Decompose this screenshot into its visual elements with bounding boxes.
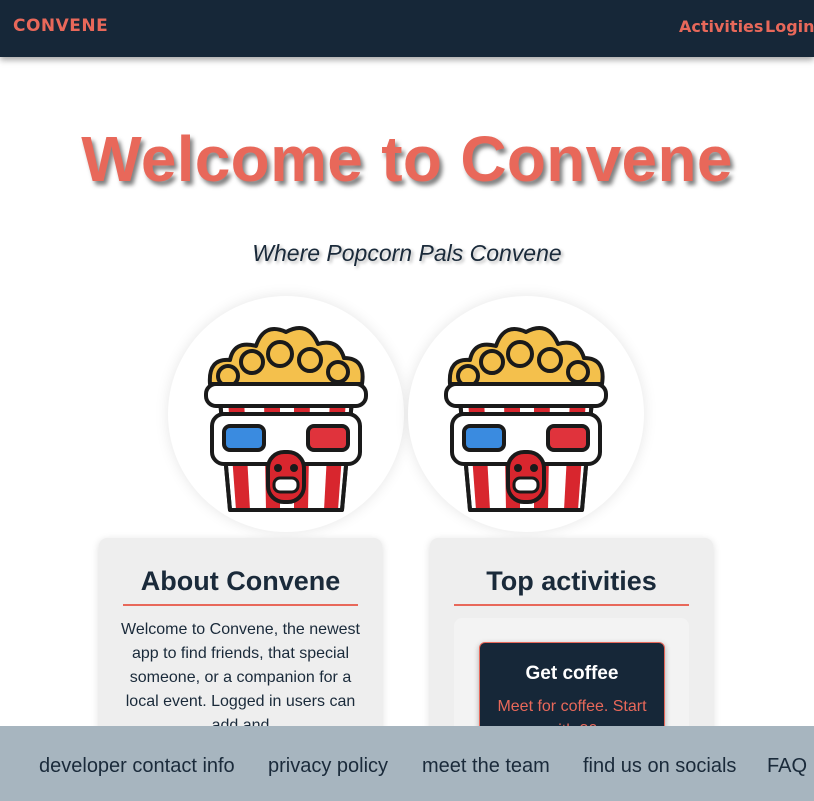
nav-login-link[interactable]: Login [765,17,814,36]
activity-title: Get coffee [525,663,619,684]
nav-activities-link[interactable]: Activities [679,17,763,36]
hero-subtitle: Where Popcorn Pals Convene [252,240,562,266]
top-activities-heading: Top activities [486,566,657,596]
footer-link-faq[interactable]: FAQ [767,755,807,778]
top-activities-divider [454,604,689,606]
footer: developer contact info privacy policy me… [0,726,814,801]
about-divider [123,604,358,606]
footer-link-meet-the-team[interactable]: meet the team [422,755,550,778]
about-heading: About Convene [140,566,341,596]
footer-link-developer-contact[interactable]: developer contact info [39,755,235,778]
popcorn-mascot-icon [168,296,404,532]
brand-logo[interactable]: CONVENE [13,16,108,36]
hero-title: Welcome to Convene [81,123,733,195]
footer-link-socials[interactable]: find us on socials [583,755,736,778]
popcorn-mascot-icon [408,296,644,532]
about-text: Welcome to Convene, the newest app to fi… [121,621,360,734]
navbar: CONVENE Activities Login [0,0,814,57]
footer-link-privacy-policy[interactable]: privacy policy [268,755,388,778]
